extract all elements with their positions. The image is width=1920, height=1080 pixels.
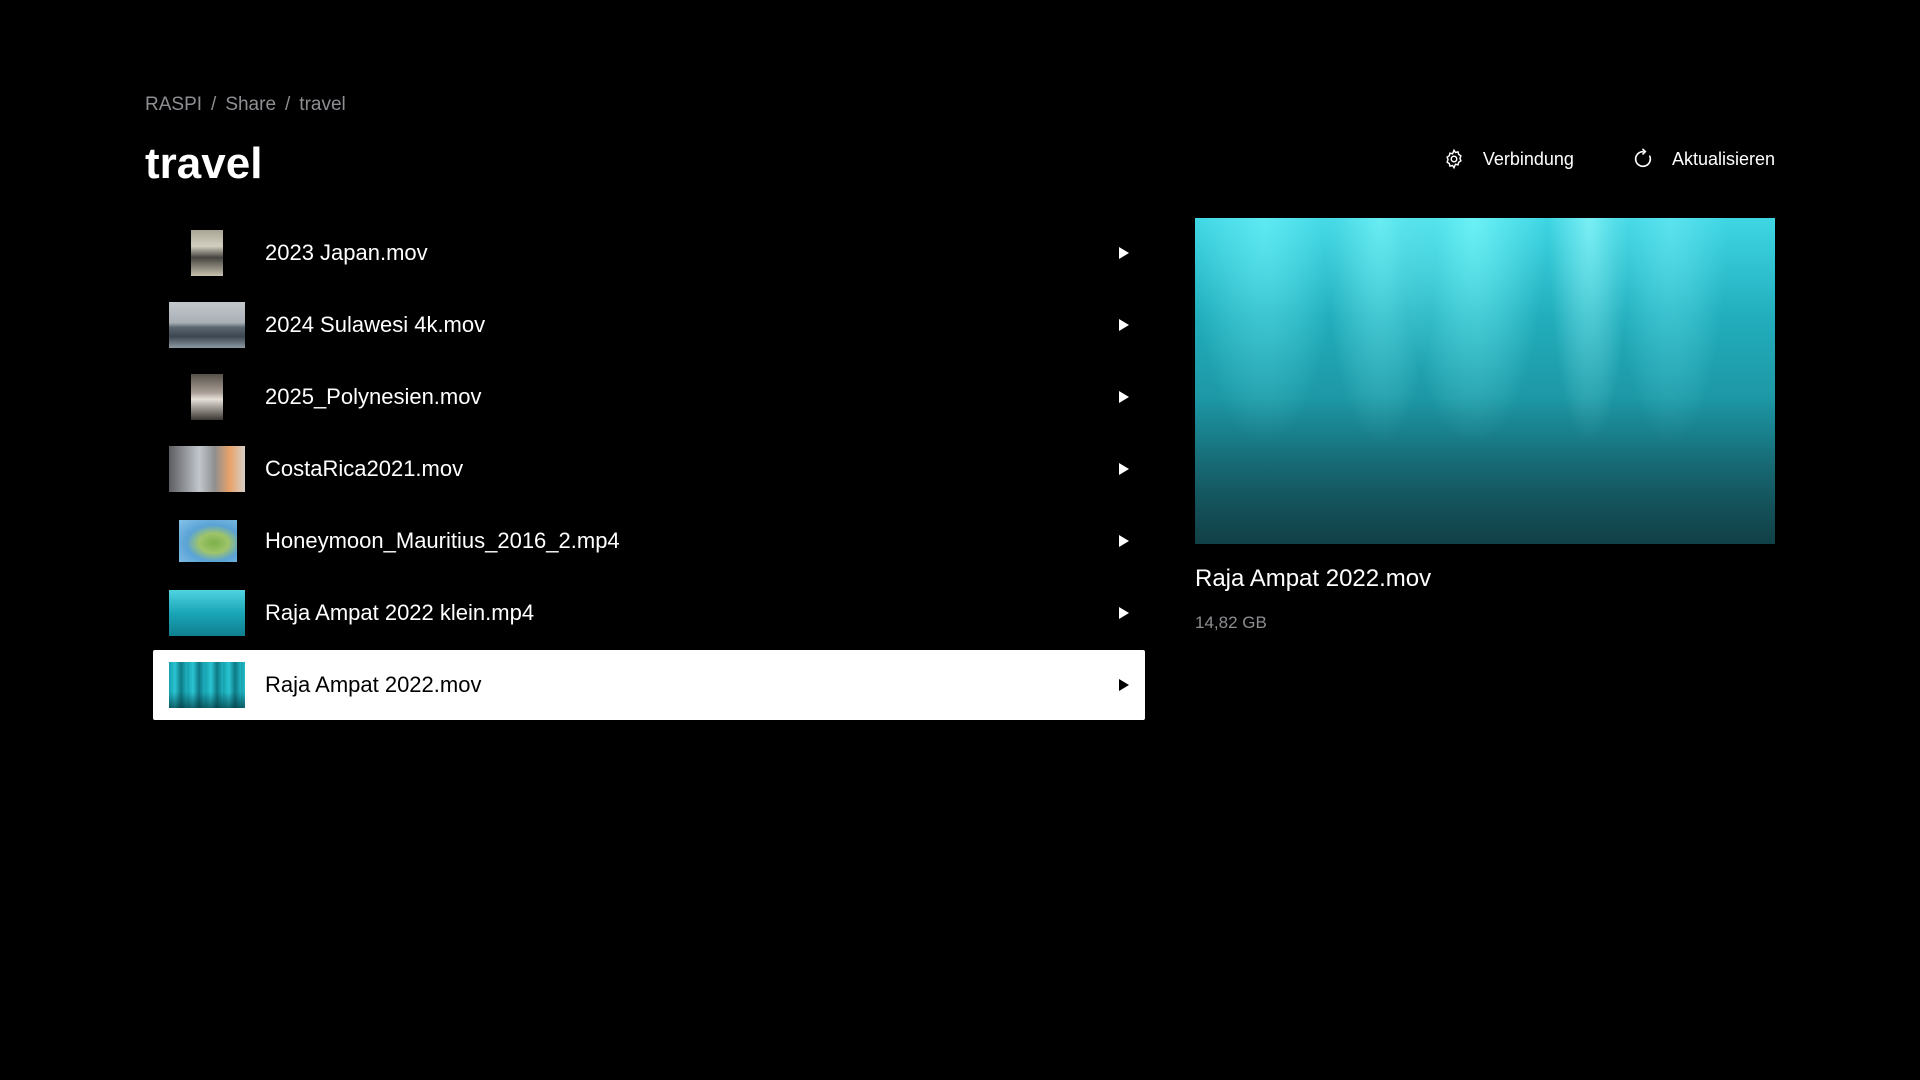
file-row[interactable]: CostaRica2021.mov — [153, 434, 1145, 504]
play-icon[interactable] — [1119, 319, 1129, 331]
file-list: 2023 Japan.mov 2024 Sulawesi 4k.mov 2025… — [153, 218, 1145, 722]
file-row[interactable]: 2023 Japan.mov — [153, 218, 1145, 288]
app-window: RASPI / Share / travel travel Verbindung — [0, 0, 1920, 1080]
breadcrumb-item-raspi[interactable]: RASPI — [145, 94, 202, 116]
breadcrumb-separator: / — [285, 94, 291, 115]
connection-button[interactable]: Verbindung — [1443, 148, 1574, 170]
file-name: Raja Ampat 2022.mov — [265, 672, 482, 697]
video-thumbnail — [169, 446, 245, 492]
breadcrumb-separator: / — [211, 94, 217, 115]
preview-title: Raja Ampat 2022.mov — [1195, 565, 1432, 592]
play-icon[interactable] — [1119, 535, 1129, 547]
file-row[interactable]: Honeymoon_Mauritius_2016_2.mp4 — [153, 506, 1145, 576]
breadcrumb: RASPI / Share / travel — [145, 94, 346, 116]
refresh-icon — [1632, 148, 1654, 170]
file-row[interactable]: 2025_Polynesien.mov — [153, 362, 1145, 432]
file-name: Raja Ampat 2022 klein.mp4 — [265, 600, 535, 625]
connection-label: Verbindung — [1482, 148, 1574, 169]
video-thumbnail — [169, 662, 245, 708]
file-name: 2023 Japan.mov — [265, 240, 428, 265]
video-preview[interactable] — [1195, 218, 1775, 544]
play-icon[interactable] — [1119, 607, 1129, 619]
file-row-selected[interactable]: Raja Ampat 2022.mov — [153, 650, 1145, 720]
video-thumbnail — [169, 590, 245, 636]
file-name: CostaRica2021.mov — [265, 456, 464, 481]
video-thumbnail — [169, 302, 245, 348]
play-icon[interactable] — [1119, 679, 1129, 691]
file-row[interactable]: Raja Ampat 2022 klein.mp4 — [153, 578, 1145, 648]
play-icon[interactable] — [1119, 391, 1129, 403]
play-icon[interactable] — [1119, 463, 1129, 475]
page-title: travel — [145, 139, 263, 188]
breadcrumb-item-share[interactable]: Share — [225, 94, 276, 116]
file-name: 2025_Polynesien.mov — [265, 384, 482, 409]
file-name: 2024 Sulawesi 4k.mov — [265, 312, 486, 337]
header-actions: Verbindung Aktualisieren — [1443, 148, 1775, 170]
refresh-label: Aktualisieren — [1671, 148, 1775, 169]
file-name: Honeymoon_Mauritius_2016_2.mp4 — [265, 528, 620, 553]
preview-file-size: 14,82 GB — [1195, 613, 1267, 632]
gear-icon — [1443, 148, 1465, 170]
video-thumbnail — [169, 374, 245, 420]
file-row[interactable]: 2024 Sulawesi 4k.mov — [153, 290, 1145, 360]
video-thumbnail — [169, 230, 245, 276]
video-thumbnail — [169, 518, 245, 564]
play-icon[interactable] — [1119, 247, 1129, 259]
refresh-button[interactable]: Aktualisieren — [1632, 148, 1775, 170]
breadcrumb-item-travel[interactable]: travel — [299, 94, 345, 116]
